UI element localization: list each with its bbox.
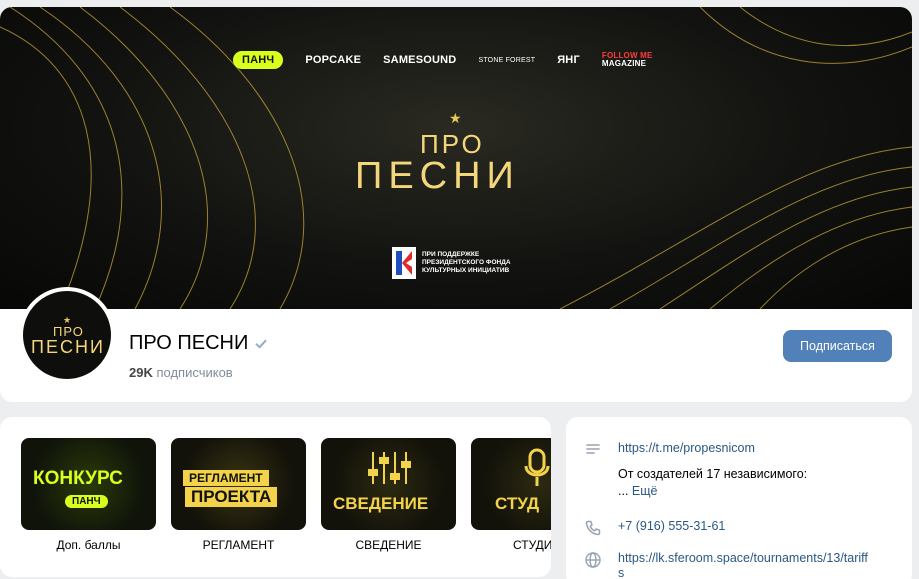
group-avatar[interactable]: ★ ПРО ПЕСНИ (19, 287, 115, 383)
link-tile-image: РЕГЛАМЕНТ ПРОЕКТА (171, 438, 306, 530)
tile-title: РЕГЛАМЕНТ (183, 470, 269, 486)
info-card: https://t.me/propesnicom От создателей 1… (566, 417, 912, 579)
info-row-site: https://lk.sferoom.space/tournaments/13/… (584, 551, 868, 579)
verified-check-icon[interactable] (254, 337, 268, 351)
tile-title: СВЕДЕНИЕ (333, 494, 429, 513)
phone-icon (585, 520, 601, 536)
link-caption: Доп. баллы (56, 538, 121, 552)
cover-star-icon: ★ (449, 110, 462, 126)
avatar-title-line2: ПЕСНИ (31, 337, 105, 357)
link-item-konkurs[interactable]: КОНКУРС ПАНЧ Доп. баллы (21, 438, 156, 552)
info-row-phone: +7 (916) 555-31-61 (584, 519, 725, 537)
lines-icon (586, 444, 600, 454)
tile-badge: ПАНЧ (65, 495, 108, 508)
cover-image: ПАНЧ POPCAKE SAMESOUND STONE FOREST ЯНГ … (0, 7, 912, 309)
link-caption: РЕГЛАМЕНТ (202, 538, 275, 552)
site-link-line2: s (618, 566, 625, 579)
subscriber-number: 29K (129, 365, 153, 380)
globe-icon (585, 552, 601, 568)
link-tile-image: СТУД (471, 438, 551, 530)
more-prefix: ... (618, 484, 632, 498)
partner-logos: ПАНЧ POPCAKE SAMESOUND STONE FOREST ЯНГ … (233, 51, 653, 69)
partner-logo-samesound: SAMESOUND (383, 54, 457, 66)
group-page: ПАНЧ POPCAKE SAMESOUND STONE FOREST ЯНГ … (0, 0, 919, 579)
info-row-description: https://t.me/propesnicom От создателей 1… (584, 440, 807, 500)
description-block: https://t.me/propesnicom От создателей 1… (618, 440, 807, 500)
cover-title-line2: ПЕСНИ (355, 155, 520, 197)
link-tile-image: КОНКУРС ПАНЧ (21, 438, 156, 530)
tile-subtitle: ПРОЕКТА (185, 487, 278, 507)
tile-title: КОНКУРС (33, 468, 123, 489)
mixer-sliders-icon (368, 452, 411, 484)
subscriber-label: подписчиков (156, 365, 233, 380)
link-item-svedenie[interactable]: СВЕДЕНИЕ СВЕДЕНИЕ (321, 438, 456, 552)
fund-logo-icon (392, 247, 416, 279)
link-tile-image: СВЕДЕНИЕ (321, 438, 456, 530)
link-caption: СВЕДЕНИЕ (355, 538, 422, 552)
tile-title: СТУД (495, 494, 540, 513)
group-title: ПРО ПЕСНИ (129, 332, 268, 355)
support-badge: ПРИ ПОДДЕРЖКЕ ПРЕЗИДЕНТСКОГО ФОНДА КУЛЬТ… (392, 247, 511, 279)
links-card: КОНКУРС ПАНЧ Доп. баллы РЕГЛАМЕНТ ПРОЕКТ… (0, 417, 551, 577)
telegram-link[interactable]: https://t.me/propesnicom (618, 441, 755, 455)
partner-logo-yang: ЯНГ (557, 54, 580, 66)
phone-link[interactable]: +7 (916) 555-31-61 (618, 519, 725, 533)
group-name-text: ПРО ПЕСНИ (129, 332, 249, 354)
link-caption: СТУДИ (513, 538, 551, 552)
link-item-studio[interactable]: СТУД СТУДИ (471, 438, 551, 552)
partner-logo-popcake: POPCAKE (305, 54, 362, 66)
support-line: ПРЕЗИДЕНТСКОГО ФОНДА (422, 259, 511, 266)
partner-logo-panch: ПАНЧ (233, 51, 284, 69)
description-text: От создателей 17 независимого: (618, 467, 808, 481)
support-text: ПРИ ПОДДЕРЖКЕ ПРЕЗИДЕНТСКОГО ФОНДА КУЛЬТ… (422, 251, 511, 275)
support-line: ПРИ ПОДДЕРЖКЕ (422, 251, 480, 258)
more-link[interactable]: Ещё (632, 484, 658, 498)
group-header-card: ПАНЧ POPCAKE SAMESOUND STONE FOREST ЯНГ … (0, 7, 912, 402)
subscriber-count[interactable]: 29K подписчиков (129, 365, 233, 380)
link-item-reglament[interactable]: РЕГЛАМЕНТ ПРОЕКТА РЕГЛАМЕНТ (171, 438, 306, 552)
partner-logo-stone-forest: STONE FOREST (478, 56, 536, 64)
subscribe-button[interactable]: Подписаться (783, 330, 892, 362)
partner-logo-follow-me: FOLLOW ME MAGAZINE (602, 52, 653, 68)
site-link-line1: https://lk.sferoom.space/tournaments/13/… (618, 551, 868, 565)
site-block: https://lk.sferoom.space/tournaments/13/… (618, 551, 868, 579)
support-line: КУЛЬТУРНЫХ ИНИЦИАТИВ (422, 267, 510, 274)
magazine-line: MAGAZINE (601, 59, 647, 68)
description-more: ... Ещё (618, 483, 807, 500)
site-link[interactable]: https://lk.sferoom.space/tournaments/13/… (618, 551, 868, 579)
microphone-icon (524, 448, 550, 486)
